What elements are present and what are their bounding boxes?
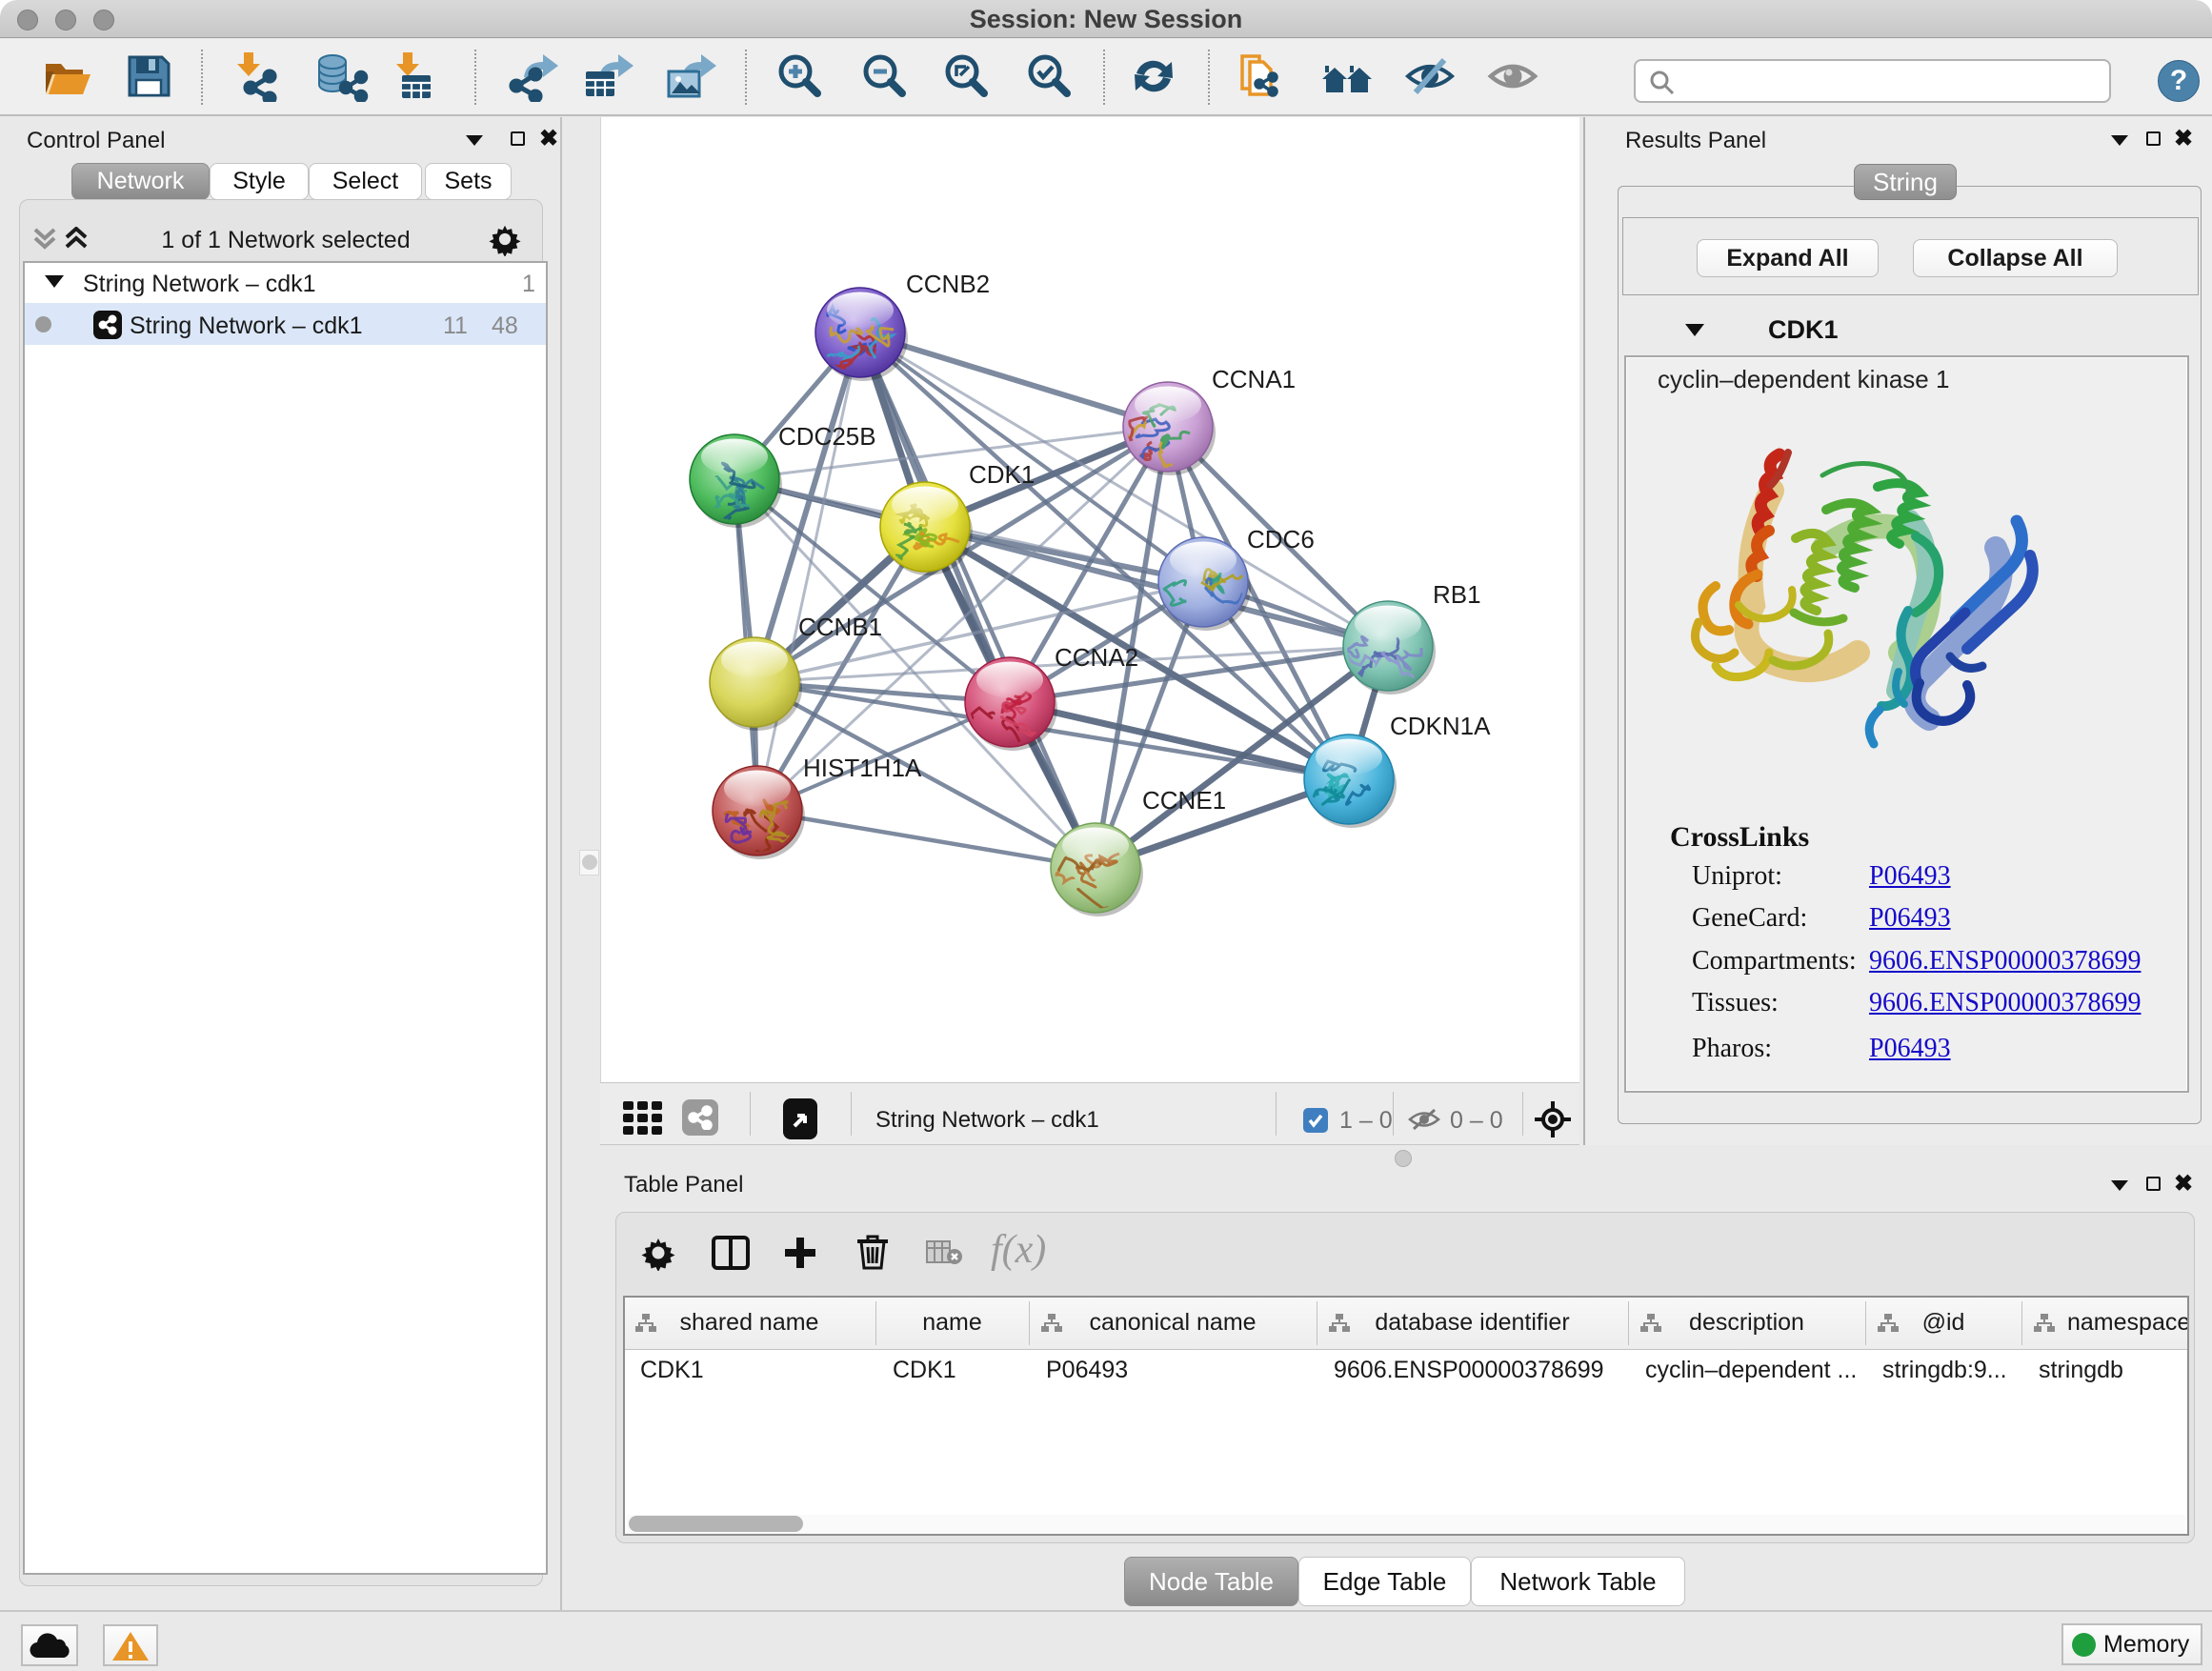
svg-text:CCNA1: CCNA1: [1212, 365, 1296, 393]
svg-text:CCNA2: CCNA2: [1055, 643, 1138, 672]
svg-text:CDKN1A: CDKN1A: [1390, 712, 1491, 740]
svg-text:CCNB1: CCNB1: [798, 613, 882, 641]
svg-text:CDC6: CDC6: [1247, 525, 1315, 554]
svg-text:CCNE1: CCNE1: [1142, 786, 1226, 815]
svg-text:HIST1H1A: HIST1H1A: [803, 754, 922, 782]
svg-text:CDC25B: CDC25B: [778, 422, 876, 451]
svg-text:CDK1: CDK1: [969, 460, 1035, 489]
svg-text:CCNB2: CCNB2: [906, 270, 990, 298]
svg-text:RB1: RB1: [1433, 580, 1481, 609]
